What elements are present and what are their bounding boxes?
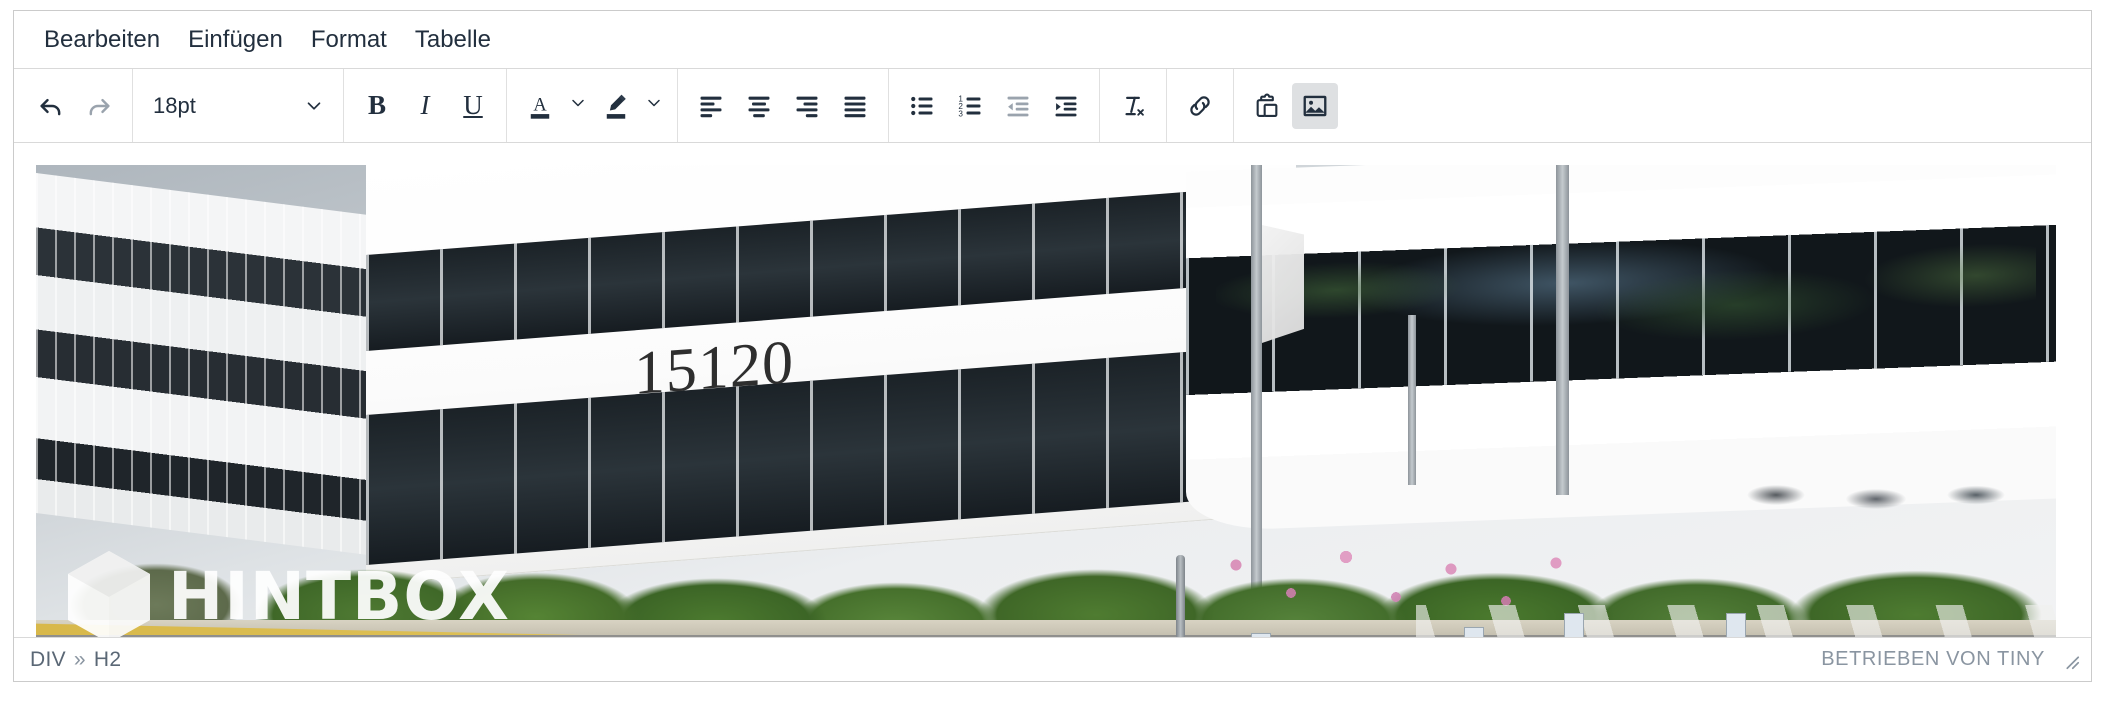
image-icon — [1301, 92, 1329, 120]
toolbar-group-fontsize: 18pt — [133, 69, 344, 142]
background-color-chevron[interactable] — [641, 83, 667, 129]
bullet-list-icon — [908, 92, 936, 120]
undo-button[interactable] — [28, 83, 74, 129]
highlight-pen-icon — [602, 91, 630, 121]
flag — [1262, 225, 1304, 343]
text-color-chevron[interactable] — [565, 83, 591, 129]
content-image[interactable]: 15120 HINTBOX — [36, 165, 2056, 637]
underline-icon: U — [463, 90, 483, 120]
parking-sign — [1564, 613, 1584, 637]
insert-link-button[interactable] — [1177, 83, 1223, 129]
bollard — [1176, 555, 1185, 637]
editor-content-area[interactable]: 15120 HINTBOX — [14, 143, 2091, 637]
toolbar-group-basic-format: B I U — [344, 69, 507, 142]
clipboard-icon — [1253, 92, 1281, 120]
lamp-post — [1408, 315, 1416, 485]
align-center-button[interactable] — [736, 83, 782, 129]
undo-icon — [37, 92, 65, 120]
fontsize-value: 18pt — [153, 92, 196, 118]
background-color-button[interactable] — [593, 83, 639, 129]
align-right-button[interactable] — [784, 83, 830, 129]
underline-button[interactable]: U — [450, 83, 496, 129]
decrease-indent-icon — [1004, 92, 1032, 120]
toolbar-group-history — [18, 69, 133, 142]
glass-band-upper — [366, 183, 1296, 351]
align-left-button[interactable] — [688, 83, 734, 129]
hintbox-cube-logo-icon — [68, 551, 150, 637]
element-path-div[interactable]: DIV — [30, 648, 66, 672]
increase-indent-button[interactable] — [1043, 83, 1089, 129]
lamp-post — [1556, 165, 1569, 495]
remove-format-button[interactable] — [1110, 83, 1156, 129]
menu-item-format[interactable]: Format — [297, 22, 401, 58]
toolbar-group-colors: A — [507, 69, 678, 142]
insert-image-button[interactable] — [1292, 82, 1338, 129]
statusbar: DIV » H2 BETRIEBEN VON TINY — [14, 637, 2091, 681]
menu-item-edit[interactable]: Bearbeiten — [30, 22, 174, 58]
redo-icon — [85, 92, 113, 120]
increase-indent-icon — [1052, 92, 1080, 120]
chevron-down-icon — [303, 95, 325, 117]
chevron-down-icon — [644, 93, 664, 118]
tinymce-editor: Bearbeiten Einfügen Format Tabelle 18pt … — [13, 10, 2092, 682]
bold-button[interactable]: B — [354, 83, 400, 129]
menu-item-table[interactable]: Tabelle — [401, 22, 505, 58]
align-left-icon — [697, 92, 725, 120]
watermark-text: HINTBOX — [168, 558, 510, 635]
clear-formatting-icon — [1119, 92, 1147, 120]
paste-button[interactable] — [1244, 83, 1290, 129]
menubar: Bearbeiten Einfügen Format Tabelle — [14, 11, 2091, 69]
parking-sign — [1251, 633, 1271, 637]
align-right-icon — [793, 92, 821, 120]
toolbar: 18pt B I U A 1 2 3 — [14, 69, 2091, 143]
element-path-h2[interactable]: H2 — [94, 648, 121, 672]
svg-text:A: A — [533, 94, 547, 114]
parking-sign — [1464, 627, 1484, 637]
element-path: DIV » H2 — [30, 648, 121, 672]
toolbar-group-remove-format — [1100, 69, 1167, 142]
watermark: HINTBOX — [66, 549, 510, 637]
toolbar-group-link — [1167, 69, 1234, 142]
italic-button[interactable]: I — [402, 83, 448, 129]
parking-sign — [1726, 613, 1746, 637]
align-center-icon — [745, 92, 773, 120]
statusbar-right: BETRIEBEN VON TINY — [1821, 648, 2081, 671]
text-color-button[interactable]: A — [517, 83, 563, 129]
italic-icon: I — [420, 90, 430, 120]
svg-text:3: 3 — [958, 109, 963, 118]
fontsize-select[interactable]: 18pt — [143, 83, 333, 129]
numbered-list-button[interactable]: 1 2 3 — [947, 83, 993, 129]
menu-item-insert[interactable]: Einfügen — [174, 22, 297, 58]
numbered-list-icon: 1 2 3 — [956, 92, 984, 120]
link-icon — [1186, 92, 1214, 120]
resize-handle-icon[interactable] — [2059, 649, 2081, 671]
toolbar-group-alignment — [678, 69, 889, 142]
element-path-separator: » — [73, 647, 86, 671]
toolbar-group-insert — [1234, 69, 1348, 142]
redo-button[interactable] — [76, 83, 122, 129]
chevron-down-icon — [568, 93, 588, 118]
building-number: 15120 — [634, 328, 794, 408]
align-justify-icon — [841, 92, 869, 120]
align-justify-button[interactable] — [832, 83, 878, 129]
text-color-icon: A — [526, 91, 554, 121]
tiny-branding-link[interactable]: BETRIEBEN VON TINY — [1821, 648, 2045, 671]
bullet-list-button[interactable] — [899, 83, 945, 129]
bold-icon: B — [367, 90, 386, 120]
toolbar-group-lists: 1 2 3 — [889, 69, 1100, 142]
window-mullions — [366, 183, 1296, 351]
decrease-indent-button[interactable] — [995, 83, 1041, 129]
